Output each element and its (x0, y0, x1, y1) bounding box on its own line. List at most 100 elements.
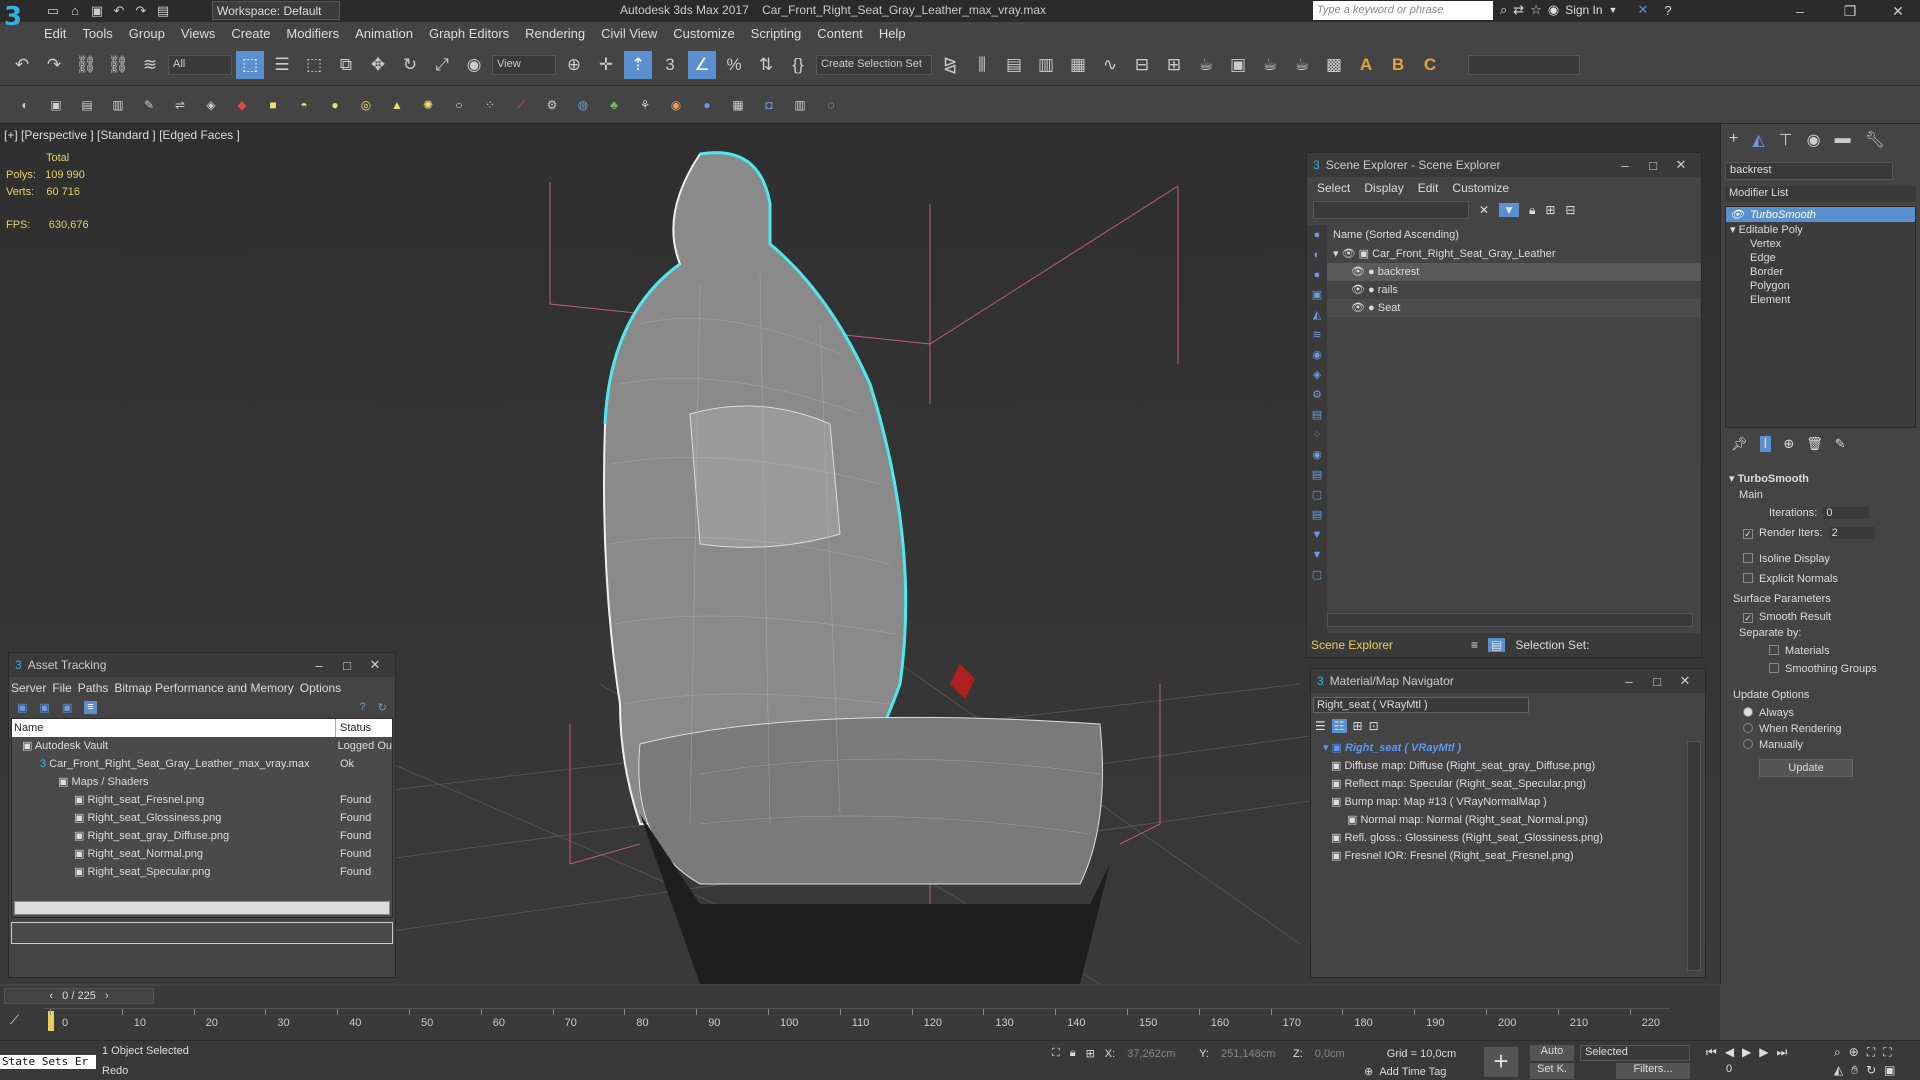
mirror-icon[interactable]: ⧎ (936, 51, 964, 79)
layers-icon[interactable]: ⊟ (1565, 203, 1575, 217)
menu-edit[interactable]: Edit (1418, 181, 1439, 195)
project-folder-icon[interactable]: ▤ (154, 2, 172, 20)
minimize-button[interactable]: – (1780, 0, 1820, 22)
asset-row[interactable]: ▣ Right_seat_Glossiness.png Found (12, 809, 392, 827)
modify-tab-icon[interactable]: ◭ (1752, 130, 1764, 150)
keyboard-shortcut-icon[interactable]: ⇡ (624, 51, 652, 79)
minimize-button[interactable]: – (305, 658, 333, 673)
toolbar2-icon-18[interactable]: ⚙ (541, 91, 563, 119)
toolbar2-icon-23[interactable]: ● (696, 91, 718, 119)
percent-snap-icon[interactable]: % (720, 51, 748, 79)
menu-scripting[interactable]: Scripting (751, 26, 802, 41)
zoom-extents-icon[interactable]: ⛶ (1867, 1045, 1875, 1060)
configure-sets-icon[interactable]: ✎ (1835, 436, 1846, 452)
col-name[interactable]: Name (12, 719, 336, 737)
curve-editor-mini-icon[interactable]: ⟋ (10, 1012, 19, 1028)
menu-display[interactable]: Display (1364, 181, 1403, 195)
close-button[interactable]: ✕ (361, 657, 389, 673)
menu-modifiers[interactable]: Modifiers (286, 26, 339, 41)
orbit-icon[interactable]: ↻ (1866, 1063, 1876, 1078)
edit-named-selection-icon[interactable]: {} (784, 51, 812, 79)
text-a-icon[interactable]: A (1352, 51, 1380, 79)
ring-icon[interactable]: ○ (448, 91, 470, 119)
sun-icon[interactable]: ✺ (417, 91, 439, 119)
smooth-result-checkbox[interactable]: ✓ Smooth Result (1729, 611, 1912, 623)
remove-modifier-icon[interactable]: 🗑︎ (1806, 436, 1823, 452)
go-to-start-icon[interactable]: ⏮︎ (1706, 1045, 1717, 1060)
scene-explorer-name-dropdown[interactable]: Scene Explorer (1311, 638, 1461, 652)
close-button[interactable]: ✕ (1671, 673, 1699, 689)
curve-editor-icon[interactable]: ∿ (1096, 51, 1124, 79)
toolbar2-icon-8[interactable]: ◆ (231, 91, 253, 119)
sign-in-link[interactable]: Sign In (1565, 3, 1602, 17)
menu-bitmap-performance[interactable]: Bitmap Performance and Memory (114, 681, 293, 695)
smoothing-groups-checkbox[interactable]: Smoothing Groups (1729, 663, 1912, 675)
toolbar2-icon-26[interactable]: ▥ (789, 91, 811, 119)
state-sets-field[interactable]: State Sets Er (0, 1055, 96, 1069)
current-frame-field[interactable]: 0 (1722, 1063, 1778, 1079)
selection-filter-dropdown[interactable]: All (168, 55, 232, 75)
asset-tracking-titlebar[interactable]: 3 Asset Tracking – □ ✕ (9, 653, 395, 677)
lock-icon[interactable]: 🔒︎ (1529, 203, 1535, 218)
bind-space-warp-icon[interactable]: ≋ (136, 51, 164, 79)
box-icon[interactable]: ■ (262, 91, 284, 119)
set-key-button[interactable]: Set K. (1530, 1063, 1574, 1079)
asset-hscrollbar[interactable] (14, 901, 390, 915)
tree-root[interactable]: ▾ 👁︎ ▣ Car_Front_Right_Seat_Gray_Leather (1327, 245, 1701, 263)
motion-tab-icon[interactable]: ◉ (1807, 130, 1821, 150)
undo-icon[interactable]: ↶ (8, 51, 36, 79)
checkout-icon[interactable]: ▣ (39, 701, 49, 714)
stack-item-editable-poly[interactable]: ▾ Editable Poly (1726, 222, 1915, 237)
unlink-icon[interactable]: ⛓ (104, 51, 132, 79)
tree-item-backrest[interactable]: 👁︎ ● backrest (1327, 263, 1701, 281)
menu-animation[interactable]: Animation (355, 26, 413, 41)
time-cursor[interactable] (48, 1011, 54, 1031)
toolbar2-icon-2[interactable]: ▣ (45, 91, 67, 119)
menu-edit[interactable]: Edit (44, 26, 66, 41)
save-file-icon[interactable]: ▣ (88, 2, 106, 20)
layer-explorer-icon[interactable]: ▤ (1000, 51, 1028, 79)
menu-content[interactable]: Content (817, 26, 863, 41)
tree-column-header[interactable]: Name (Sorted Ascending) (1327, 227, 1701, 245)
when-rendering-radio[interactable]: When Rendering (1729, 723, 1912, 735)
stack-item-turbosmooth[interactable]: 👁︎ TurboSmooth (1726, 207, 1915, 222)
render-iterative-icon[interactable]: ☕ (1288, 51, 1316, 79)
small-icons-view-icon[interactable]: ⊞ (1353, 719, 1363, 733)
new-file-icon[interactable]: ▭ (44, 2, 62, 20)
asset-row[interactable]: ▣ Right_seat_Specular.png Found (12, 863, 392, 881)
show-end-result-icon[interactable]: Ⅰ (1759, 436, 1772, 452)
layer-icon[interactable]: ≡ (1471, 638, 1478, 652)
map-row[interactable]: ▣ Normal map: Normal (Right_seat_Normal.… (1317, 811, 1685, 829)
maximize-viewport-icon[interactable]: ▣ (1884, 1063, 1895, 1078)
menu-group[interactable]: Group (129, 26, 165, 41)
selection-set-icon[interactable]: ▤ (1488, 638, 1506, 652)
pin-stack-icon[interactable]: 📌︎ (1731, 436, 1748, 452)
render-preset-dropdown[interactable] (1468, 55, 1580, 75)
clear-search-icon[interactable]: ✕ (1479, 203, 1489, 217)
menu-tools[interactable]: Tools (82, 26, 112, 41)
asset-row[interactable]: ▣ Maps / Shaders (12, 773, 392, 791)
dome-icon[interactable]: ◓ (293, 91, 315, 119)
vault-icon[interactable]: ▣ (17, 701, 27, 714)
zoom-all-icon[interactable]: ⊕ (1849, 1045, 1859, 1060)
close-x-icon[interactable]: ✕ (1637, 2, 1648, 18)
maximize-button[interactable]: □ (333, 658, 361, 673)
update-button[interactable]: Update (1759, 759, 1853, 777)
text-b-icon[interactable]: B (1384, 51, 1412, 79)
material-root[interactable]: ▾ ▣ Right_seat ( VRayMtl ) (1317, 739, 1685, 757)
menu-server[interactable]: Server (11, 681, 46, 695)
schematic-view-icon[interactable]: ⊟ (1128, 51, 1156, 79)
list-view-icon[interactable]: ☰ (1315, 719, 1326, 733)
menu-file[interactable]: File (52, 681, 71, 695)
app-logo[interactable]: 3 (4, 2, 38, 44)
exchange-icon[interactable]: ⇄ (1513, 2, 1524, 18)
rendered-frame-icon[interactable]: ▣ (1224, 51, 1252, 79)
select-by-name-icon[interactable]: ☰ (268, 51, 296, 79)
toolbar2-icon-22[interactable]: ◉ (665, 91, 687, 119)
render-iters-spinner[interactable]: 2 (1828, 527, 1875, 539)
minimize-button[interactable]: – (1611, 158, 1639, 173)
render-setup-icon[interactable]: ☕ (1192, 51, 1220, 79)
scene-search-input[interactable] (1313, 201, 1469, 219)
time-tag[interactable]: ⊕ Add Time Tag (1364, 1065, 1446, 1078)
tree-item-rails[interactable]: 👁︎ ● rails (1327, 281, 1701, 299)
